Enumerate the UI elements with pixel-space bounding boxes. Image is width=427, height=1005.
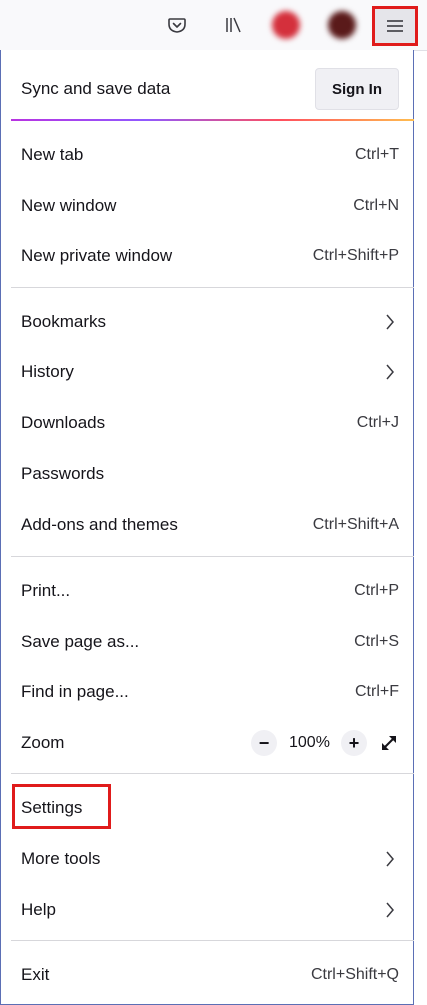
menu-item-new-private-window[interactable]: New private window Ctrl+Shift+P	[11, 234, 409, 278]
shortcut-label: Ctrl+T	[355, 146, 399, 163]
menu-item-save-page-as[interactable]: Save page as... Ctrl+S	[11, 620, 409, 664]
sync-label: Sync and save data	[21, 79, 171, 98]
divider	[11, 773, 414, 774]
zoom-level[interactable]: 100%	[289, 734, 330, 752]
menu-item-label: Find in page...	[21, 682, 129, 701]
extension-avatar-1[interactable]	[266, 6, 306, 44]
app-menu-button[interactable]	[372, 6, 418, 46]
zoom-in-button[interactable]: +	[341, 730, 367, 756]
menu-item-passwords[interactable]: Passwords	[11, 452, 409, 496]
divider	[11, 287, 414, 288]
menu-item-find-in-page[interactable]: Find in page... Ctrl+F	[11, 670, 409, 714]
shortcut-label: Ctrl+Shift+P	[312, 247, 399, 264]
shortcut-label: Ctrl+S	[354, 633, 399, 650]
menu-item-settings[interactable]: Settings	[11, 786, 409, 830]
chevron-right-icon	[381, 313, 399, 331]
menu-item-label: Add-ons and themes	[21, 515, 178, 534]
menu-item-help[interactable]: Help	[11, 888, 409, 932]
menu-item-label: History	[21, 362, 74, 381]
chevron-right-icon	[381, 850, 399, 868]
menu-item-print[interactable]: Print... Ctrl+P	[11, 569, 409, 613]
zoom-controls: − 100% +	[251, 730, 399, 756]
sign-in-button[interactable]: Sign In	[315, 68, 399, 110]
hamburger-menu-icon	[387, 20, 403, 32]
pocket-icon	[168, 18, 186, 33]
menu-item-exit[interactable]: Exit Ctrl+Shift+Q	[11, 953, 409, 997]
menu-item-bookmarks[interactable]: Bookmarks	[11, 300, 409, 344]
menu-item-label: Print...	[21, 581, 71, 600]
divider	[11, 940, 414, 941]
shortcut-label: Ctrl+Shift+Q	[310, 966, 399, 983]
shortcut-label: Ctrl+F	[355, 683, 399, 700]
menu-item-label: More tools	[21, 849, 101, 868]
menu-item-history[interactable]: History	[11, 350, 409, 394]
menu-item-zoom: Zoom − 100% +	[11, 721, 409, 765]
fullscreen-icon	[382, 736, 396, 750]
menu-item-label: Passwords	[21, 464, 105, 483]
fullscreen-button[interactable]	[379, 733, 399, 753]
menu-item-downloads[interactable]: Downloads Ctrl+J	[11, 401, 409, 445]
menu-item-new-tab[interactable]: New tab Ctrl+T	[11, 133, 409, 177]
menu-item-addons-and-themes[interactable]: Add-ons and themes Ctrl+Shift+A	[11, 503, 409, 547]
shortcut-label: Ctrl+N	[353, 197, 399, 214]
library-button[interactable]	[213, 6, 253, 44]
menu-item-label: New private window	[21, 246, 173, 265]
divider	[11, 556, 414, 557]
menu-item-label: Downloads	[21, 413, 106, 432]
menu-item-label: Settings	[21, 798, 83, 817]
shortcut-label: Ctrl+J	[356, 414, 399, 431]
sync-divider	[11, 119, 414, 121]
chevron-right-icon	[381, 363, 399, 381]
shortcut-label: Ctrl+P	[354, 582, 399, 599]
toolbar	[0, 0, 427, 51]
shortcut-label: Ctrl+Shift+A	[312, 516, 399, 533]
avatar	[328, 11, 356, 39]
chevron-right-icon	[381, 901, 399, 919]
menu-item-label: Help	[21, 900, 56, 919]
menu-item-label: Save page as...	[21, 632, 140, 651]
sync-row: Sync and save data Sign In	[11, 66, 409, 112]
menu-item-label: Exit	[21, 965, 50, 984]
library-icon	[226, 17, 241, 33]
app-menu-panel: Sync and save data Sign In New tab Ctrl+…	[0, 50, 414, 1005]
menu-item-label: New window	[21, 196, 117, 215]
pocket-button[interactable]	[157, 6, 197, 44]
extension-avatar-2[interactable]	[322, 6, 362, 44]
avatar	[272, 11, 300, 39]
menu-item-more-tools[interactable]: More tools	[11, 837, 409, 881]
menu-item-new-window[interactable]: New window Ctrl+N	[11, 184, 409, 228]
menu-item-label: Bookmarks	[21, 312, 107, 331]
menu-item-label: New tab	[21, 145, 84, 164]
menu-item-label: Zoom	[21, 733, 65, 752]
zoom-out-button[interactable]: −	[251, 730, 277, 756]
